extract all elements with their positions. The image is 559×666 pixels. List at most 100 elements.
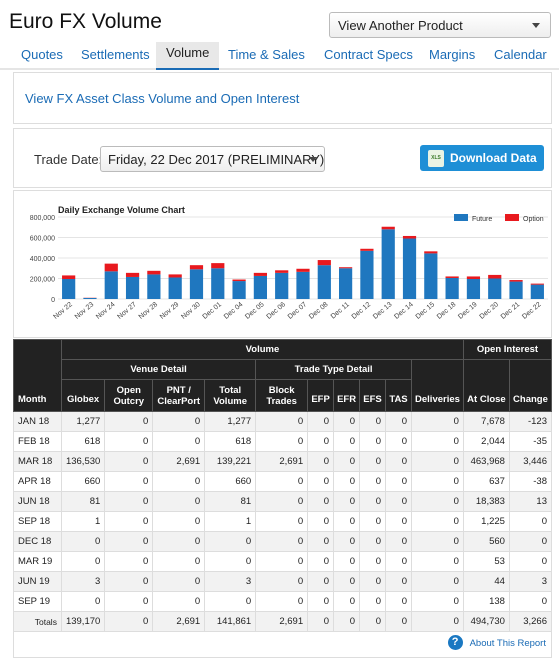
y-tick-label: 600,000 <box>30 236 55 243</box>
col-pnt-clearport: PNT / ClearPort <box>152 379 206 412</box>
bar-option <box>381 226 395 230</box>
table-cell: 0 <box>104 531 154 552</box>
tab-settlements[interactable]: Settlements <box>81 44 150 65</box>
help-icon: ? <box>447 635 463 650</box>
cell-month: APR 18 <box>13 471 62 492</box>
table-cell: 0 <box>385 591 412 612</box>
cell-month: JAN 18 <box>13 411 62 432</box>
table-cell: 0 <box>410 451 464 472</box>
col-efs: EFS <box>359 379 387 412</box>
volume-table-body: JAN 18 1,277 0 0 1,277 0 0 0 0 0 0 7,678 -123 FEB 18 6… <box>13 411 553 632</box>
y-tick-label: 400,000 <box>30 256 55 263</box>
col-efp: EFP <box>307 379 335 412</box>
table-row: DEC 18 0 0 0 0 0 0 0 0 0 0 560 0 <box>13 531 553 552</box>
table-cell: 81 <box>204 491 257 512</box>
table-cell: 0 <box>410 551 464 572</box>
table-cell: -38 <box>508 471 553 492</box>
table-cell: 3,266 <box>508 611 553 632</box>
bar-option <box>360 248 374 251</box>
table-cell: 2,044 <box>462 431 510 452</box>
table-cell: 0 <box>410 591 464 612</box>
table-cell: 0 <box>152 511 206 532</box>
bar-future <box>466 279 481 299</box>
view-another-product-select[interactable]: View Another Product <box>329 12 551 38</box>
x-tick-label: Nov 27 <box>116 301 138 321</box>
table-cell: 0 <box>255 571 309 592</box>
table-cell: 0 <box>359 531 387 552</box>
table-cell: 0 <box>359 611 387 632</box>
table-row: JUN 19 3 0 0 3 0 0 0 0 0 0 44 3 <box>13 571 553 592</box>
tab-margins[interactable]: Margins <box>429 44 475 65</box>
table-cell: 0 <box>152 471 206 492</box>
bar-future <box>147 274 161 299</box>
x-tick-label: Nov 23 <box>74 301 96 321</box>
col-efr: EFR <box>333 379 361 412</box>
table-cell: 0 <box>152 491 206 512</box>
bar-option <box>424 251 438 254</box>
chevron-down-icon <box>309 157 317 162</box>
table-cell: 0 <box>255 471 309 492</box>
table-cell: 0 <box>307 491 335 512</box>
table-cell: 0 <box>307 431 335 452</box>
bar-future <box>381 229 395 299</box>
table-cell: 0 <box>104 511 154 532</box>
cell-month: JUN 19 <box>13 571 62 592</box>
table-cell: 0 <box>359 431 387 452</box>
bar-option <box>232 279 246 282</box>
table-cell: 0 <box>333 471 361 492</box>
table-cell: 0 <box>307 471 335 492</box>
table-cell: -35 <box>508 431 553 452</box>
about-report-label: About This Report <box>469 638 546 649</box>
table-cell: 0 <box>508 511 553 532</box>
x-tick-label: Dec 07 <box>287 301 309 321</box>
table-cell: 0 <box>385 551 412 572</box>
table-cell: 0 <box>333 431 361 452</box>
table-cell: 0 <box>359 571 387 592</box>
bar-option <box>445 276 459 278</box>
table-cell: 0 <box>307 591 335 612</box>
about-this-report-link[interactable]: ? About This Report <box>447 635 546 650</box>
download-data-button[interactable]: XLS Download Data <box>420 145 544 171</box>
bar-option <box>125 272 140 277</box>
x-tick-label: Dec 05 <box>244 301 266 321</box>
table-cell: 3 <box>60 571 106 592</box>
table-cell: 0 <box>410 471 464 492</box>
table-cell: 0 <box>307 611 335 632</box>
table-row: MAR 19 0 0 0 0 0 0 0 0 0 0 53 0 <box>13 551 553 572</box>
chart-title: Daily Exchange Volume Chart <box>58 205 185 215</box>
tab-volume[interactable]: Volume <box>156 42 220 70</box>
table-cell: 0 <box>152 431 206 452</box>
table-cell: 0 <box>359 471 387 492</box>
totals-row: Totals 139,170 0 2,691 141,861 2,691 0 0 0 0 0 494,… <box>13 611 553 632</box>
tab-time-sales[interactable]: Time & Sales <box>228 44 305 65</box>
table-cell: 1 <box>204 511 257 532</box>
x-tick-label: Dec 08 <box>308 301 330 321</box>
tab-contract-specs[interactable]: Contract Specs <box>324 44 413 65</box>
tab-quotes[interactable]: Quotes <box>21 44 63 65</box>
col-total-volume: Total Volume <box>204 379 257 412</box>
table-cell: 0 <box>410 511 464 532</box>
bar-future <box>339 268 353 299</box>
trade-date-select[interactable]: Friday, 22 Dec 2017 (PRELIMINARY) <box>100 146 325 172</box>
legend-swatch-option <box>505 214 519 221</box>
volume-table: Month Volume Open Interest Venue Detail … <box>13 339 553 632</box>
table-cell: 0 <box>152 591 206 612</box>
tab-calendar[interactable]: Calendar <box>494 44 547 65</box>
table-cell: 0 <box>385 571 412 592</box>
table-cell: 494,730 <box>462 611 510 632</box>
cell-month: DEC 18 <box>13 531 62 552</box>
chevron-down-icon <box>532 23 540 28</box>
x-tick-label: Dec 19 <box>457 301 479 321</box>
table-cell: 0 <box>359 491 387 512</box>
bar-future <box>402 238 417 299</box>
table-cell: 0 <box>385 511 412 532</box>
volume-table-wrap: Month Volume Open Interest Venue Detail … <box>13 339 553 632</box>
asset-class-volume-link[interactable]: View FX Asset Class Volume and Open Inte… <box>25 91 299 106</box>
table-cell: 0 <box>104 611 154 632</box>
table-cell: 0 <box>104 431 154 452</box>
x-tick-label: Nov 29 <box>159 301 181 321</box>
legend-swatch-future <box>454 214 468 221</box>
table-cell: 0 <box>359 411 387 432</box>
table-cell: 0 <box>508 591 553 612</box>
bar-future <box>509 281 523 299</box>
